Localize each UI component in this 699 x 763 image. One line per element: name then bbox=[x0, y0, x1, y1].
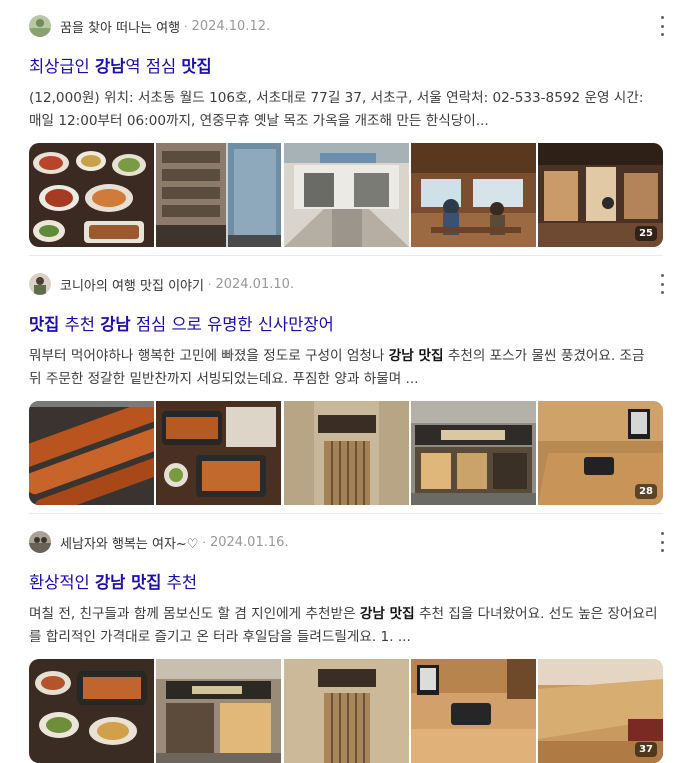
search-result-2: 코니아의 여행 맛집 이야기 · 2024.01.10. 맛집 추천 강남 점심… bbox=[29, 270, 669, 505]
result-divider bbox=[29, 513, 663, 514]
author-name[interactable]: 꿈을 찾아 떠나는 여행 bbox=[60, 17, 180, 36]
result-divider bbox=[29, 255, 663, 256]
title-text: 역 점심 bbox=[125, 57, 182, 76]
post-date: 2024.01.16. bbox=[209, 534, 289, 550]
title-highlight: 강남 bbox=[100, 315, 131, 334]
thumbnail-eel-set[interactable] bbox=[156, 401, 282, 505]
result-title-link[interactable]: 환상적인 강남 맛집 추천 bbox=[29, 570, 669, 596]
thumbnail-food-spread[interactable] bbox=[29, 659, 154, 763]
author-name[interactable]: 코니아의 여행 맛집 이야기 bbox=[60, 275, 204, 294]
more-vertical-icon[interactable] bbox=[659, 274, 665, 294]
result-title-link[interactable]: 최상급인 강남역 점심 맛집 bbox=[29, 54, 669, 80]
title-text: 추천 bbox=[59, 315, 101, 334]
snippet-text: 며칠 전, 친구들과 함께 몸보신도 할 겸 지인에게 추천받은 bbox=[29, 606, 360, 622]
author-avatar[interactable] bbox=[29, 15, 51, 37]
title-highlight: 강남 bbox=[94, 57, 126, 76]
snippet-text: (12,000원) 위치: 서초동 월드 106호, 서초대로 77길 37, … bbox=[29, 90, 644, 129]
result-meta: 코니아의 여행 맛집 이야기 · 2024.01.10. bbox=[29, 270, 669, 298]
author-avatar[interactable] bbox=[29, 273, 51, 295]
search-result-1: 꿈을 찾아 떠나는 여행 · 2024.10.12. 최상급인 강남역 점심 맛… bbox=[29, 12, 669, 247]
result-meta: 세남자와 행복는 여자~♡ · 2024.01.16. bbox=[29, 528, 669, 556]
image-strip: 28 bbox=[29, 401, 663, 505]
thumbnail-table-setting[interactable] bbox=[410, 659, 536, 763]
image-strip: 37 bbox=[29, 659, 663, 763]
snippet-highlight: 강남 맛집 bbox=[388, 348, 444, 364]
result-snippet[interactable]: (12,000원) 위치: 서초동 월드 106호, 서초대로 77길 37, … bbox=[29, 87, 659, 133]
title-text: 추천 bbox=[161, 573, 198, 592]
image-count-badge: 28 bbox=[635, 484, 657, 499]
title-highlight: 맛집 bbox=[181, 57, 212, 76]
thumbnail-interior[interactable]: 25 bbox=[538, 143, 663, 247]
result-snippet[interactable]: 며칠 전, 친구들과 함께 몸보신도 할 겸 지인에게 추천받은 강남 맛집 추… bbox=[29, 603, 659, 649]
meta-separator: · bbox=[184, 19, 188, 33]
more-vertical-icon[interactable] bbox=[659, 16, 665, 36]
author-avatar[interactable] bbox=[29, 531, 51, 553]
thumbnail-building[interactable] bbox=[156, 143, 282, 247]
snippet-text: 뭐부터 먹어야하나 행복한 고민에 빠졌을 정도로 구성이 엄청나 bbox=[29, 348, 389, 364]
image-count-badge: 25 bbox=[635, 226, 657, 241]
thumbnail-storefront[interactable] bbox=[410, 401, 536, 505]
title-text: 점심 으로 유명한 신사만장어 bbox=[130, 315, 334, 334]
result-meta: 꿈을 찾아 떠나는 여행 · 2024.10.12. bbox=[29, 12, 669, 40]
search-result-3: 세남자와 행복는 여자~♡ · 2024.01.16. 환상적인 강남 맛집 추… bbox=[29, 528, 669, 763]
thumbnail-wooden-door[interactable] bbox=[283, 401, 409, 505]
title-text: 최상급인 bbox=[29, 57, 95, 76]
more-vertical-icon[interactable] bbox=[659, 532, 665, 552]
thumbnail-table-grill[interactable]: 28 bbox=[538, 401, 663, 505]
title-highlight: 맛집 bbox=[29, 315, 60, 334]
image-count-badge: 37 bbox=[635, 742, 657, 757]
thumbnail-bar-seating[interactable]: 37 bbox=[538, 659, 663, 763]
thumbnail-grilled-eel[interactable] bbox=[29, 401, 154, 505]
thumbnail-entrance-door[interactable] bbox=[283, 659, 409, 763]
author-name[interactable]: 세남자와 행복는 여자~♡ bbox=[60, 533, 198, 552]
image-strip: 25 bbox=[29, 143, 663, 247]
post-date: 2024.01.10. bbox=[215, 276, 295, 292]
thumbnail-food-table[interactable] bbox=[29, 143, 154, 247]
thumbnail-dining-room[interactable] bbox=[410, 143, 536, 247]
title-highlight: 강남 맛집 bbox=[94, 573, 162, 592]
result-title-link[interactable]: 맛집 추천 강남 점심 으로 유명한 신사만장어 bbox=[29, 312, 669, 338]
thumbnail-alley-entrance[interactable] bbox=[283, 143, 409, 247]
thumbnail-building-front[interactable] bbox=[156, 659, 282, 763]
meta-separator: · bbox=[202, 535, 206, 549]
title-text: 환상적인 bbox=[29, 573, 95, 592]
post-date: 2024.10.12. bbox=[191, 18, 271, 34]
result-snippet[interactable]: 뭐부터 먹어야하나 행복한 고민에 빠졌을 정도로 구성이 엄청나 강남 맛집 … bbox=[29, 345, 659, 391]
meta-separator: · bbox=[207, 277, 212, 291]
snippet-highlight: 강남 맛집 bbox=[359, 606, 415, 622]
